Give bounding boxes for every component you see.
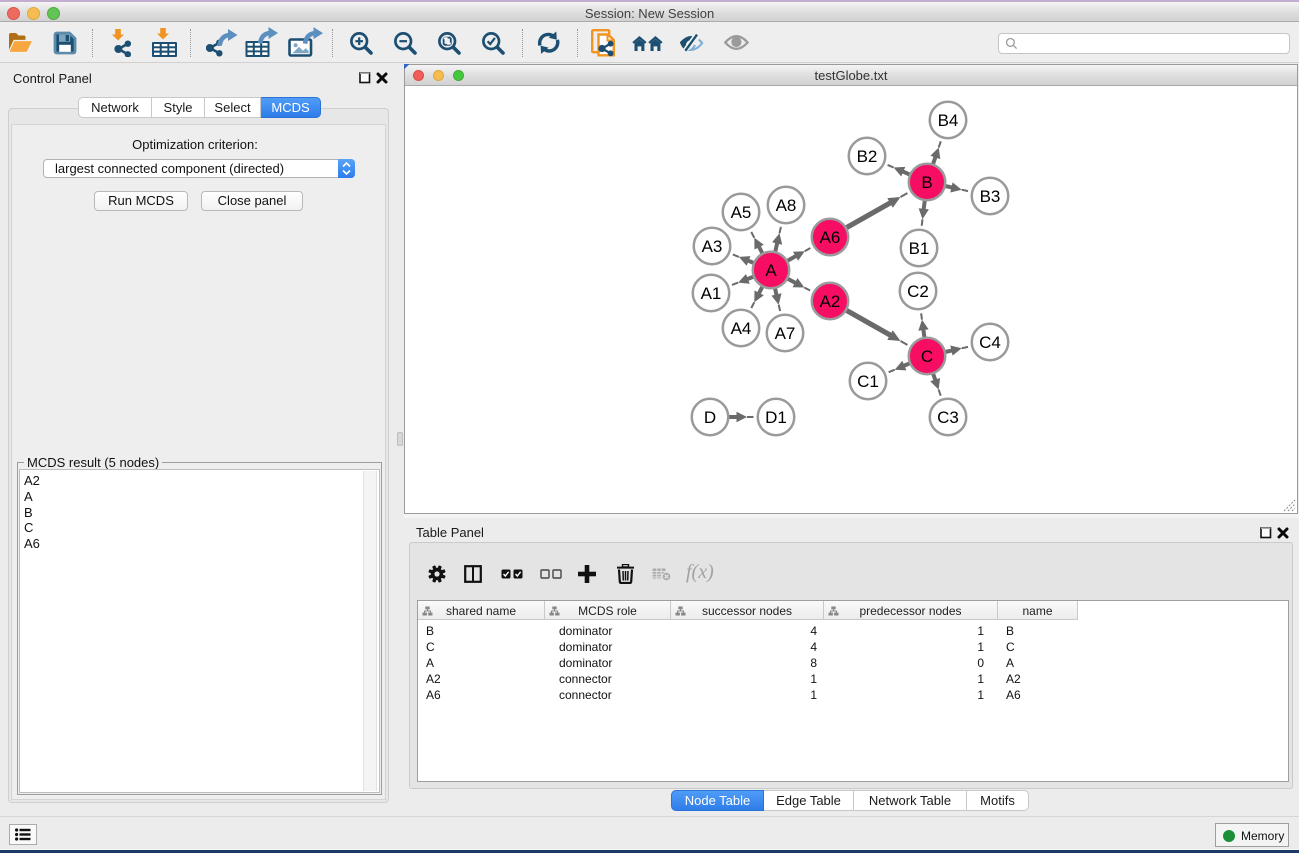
svg-text:C2: C2 [907, 282, 929, 301]
svg-text:A2: A2 [820, 292, 841, 311]
svg-text:B4: B4 [938, 111, 959, 130]
svg-text:B3: B3 [980, 187, 1001, 206]
svg-text:D1: D1 [765, 408, 787, 427]
svg-text:A4: A4 [731, 319, 752, 338]
svg-text:B1: B1 [909, 239, 930, 258]
svg-text:C3: C3 [937, 408, 959, 427]
svg-text:C1: C1 [857, 372, 879, 391]
svg-text:A7: A7 [775, 324, 796, 343]
svg-text:A5: A5 [731, 203, 752, 222]
svg-text:A6: A6 [820, 228, 841, 247]
svg-text:B2: B2 [857, 147, 878, 166]
svg-text:C4: C4 [979, 333, 1001, 352]
svg-text:A3: A3 [702, 237, 723, 256]
svg-text:C: C [921, 347, 933, 366]
svg-text:D: D [704, 408, 716, 427]
svg-text:A1: A1 [701, 284, 722, 303]
svg-text:B: B [921, 173, 932, 192]
svg-text:A: A [765, 261, 777, 280]
svg-text:A8: A8 [776, 196, 797, 215]
